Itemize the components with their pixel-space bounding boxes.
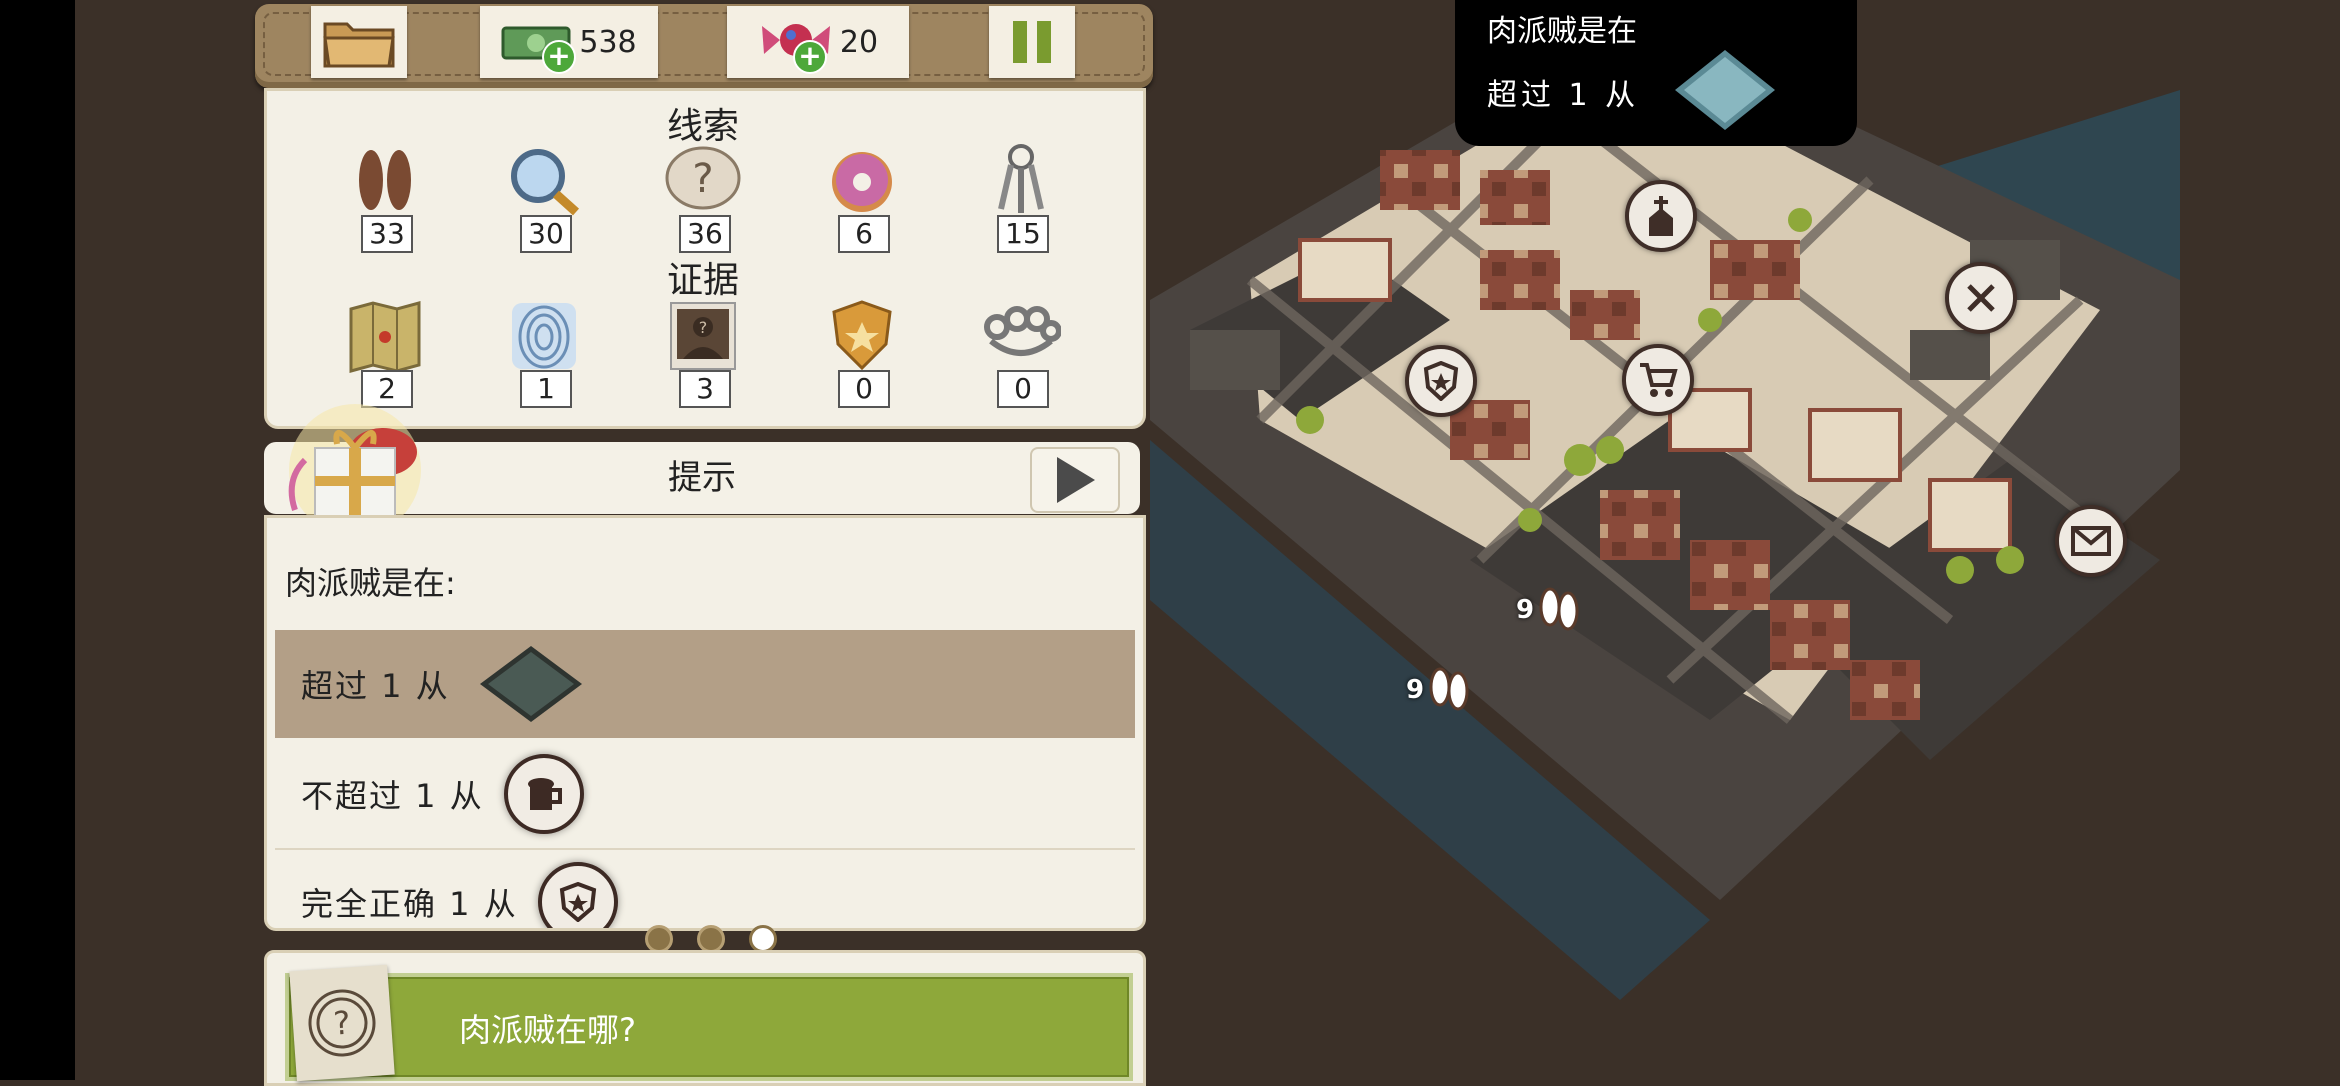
police-badge-icon <box>559 882 596 922</box>
tooltip-line2: 超过 1 从 <box>1487 78 1640 113</box>
screen-edge <box>0 0 75 1080</box>
clue-count: 36 <box>679 215 731 253</box>
pause-button[interactable] <box>989 6 1075 78</box>
svg-text:?: ? <box>699 318 708 337</box>
footprints-icon <box>1429 667 1469 711</box>
question-circle-icon: ? <box>308 989 376 1057</box>
magnifier-icon <box>511 149 580 216</box>
question-banner[interactable]: 肉派贼在哪? <box>285 973 1133 1081</box>
evidence-count: 0 <box>838 370 890 408</box>
question-bubble-icon: ? <box>665 146 741 210</box>
tooltip-line1: 肉派贼是在 <box>1487 14 1637 49</box>
donut-icon <box>832 152 892 212</box>
police-badge-icon <box>832 300 892 371</box>
footprint-marker[interactable]: 9 <box>1395 655 1485 725</box>
city-map[interactable] <box>1150 0 2180 1080</box>
fork-knife-icon[interactable] <box>1945 262 2017 334</box>
clue-count: 33 <box>361 215 413 253</box>
evidence-count: 0 <box>997 370 1049 408</box>
page-dot[interactable] <box>697 925 725 953</box>
clue-question[interactable]: ? 36 <box>648 143 758 253</box>
mystery-photo-icon: ? <box>670 302 736 370</box>
hint-subject: 肉派贼是在: <box>285 564 456 602</box>
money-count: 538 <box>579 24 637 60</box>
question-text: 肉派贼在哪? <box>459 1011 636 1049</box>
brass-knuckles-icon <box>984 306 1061 356</box>
mail-icon[interactable] <box>2055 505 2127 577</box>
hint-page-indicator <box>645 925 777 953</box>
evidence-fingerprint[interactable]: 1 <box>489 298 599 408</box>
add-candy-button[interactable]: + <box>793 40 827 74</box>
top-bar: + 538 + 20 <box>255 4 1153 88</box>
evidence-police-badge[interactable]: 0 <box>807 298 917 408</box>
hint-sheet: 肉派贼是在: 超过 1 从 不超过 1 从 完全正确 1 从 <box>264 515 1146 931</box>
keys-icon <box>998 144 1044 213</box>
case-panel: + 538 + 20 线索 证据 33 30 ? 36 6 15 2 1 ? 3… <box>255 0 1153 1086</box>
folder-icon <box>323 22 395 68</box>
police-badge-icon[interactable] <box>1405 345 1477 417</box>
hint-row-text: 完全正确 1 从 <box>301 885 518 923</box>
next-hint-button[interactable] <box>1030 447 1120 513</box>
hint-row[interactable]: 完全正确 1 从 <box>275 848 1135 928</box>
money-counter[interactable]: + 538 <box>480 6 658 78</box>
church-icon[interactable] <box>1625 180 1697 252</box>
play-arrow-icon <box>1057 457 1095 503</box>
evidence-title: 证据 <box>666 260 739 301</box>
add-money-button[interactable]: + <box>542 40 576 74</box>
page-dot-active[interactable] <box>749 925 777 953</box>
clue-count: 6 <box>838 215 890 253</box>
hint-row-text: 超过 1 从 <box>301 667 450 705</box>
hint-row-selected[interactable]: 超过 1 从 <box>275 630 1135 738</box>
footprints-icon <box>359 150 411 210</box>
clue-magnifier[interactable]: 30 <box>489 143 599 253</box>
beer-mug-icon <box>527 778 562 810</box>
footprints-icon <box>1539 587 1579 631</box>
question-sheet: 肉派贼在哪? ? <box>264 950 1146 1086</box>
evidence-count: 1 <box>520 370 572 408</box>
hint-row-text: 不超过 1 从 <box>301 777 484 815</box>
clue-footprints[interactable]: 33 <box>330 143 440 253</box>
hint-row[interactable]: 不超过 1 从 <box>275 740 1135 848</box>
evidence-count: 3 <box>679 370 731 408</box>
candy-count: 20 <box>839 24 879 60</box>
clues-title: 线索 <box>666 106 739 147</box>
clue-donut[interactable]: 6 <box>807 143 917 253</box>
footprint-marker[interactable]: 9 <box>1505 575 1595 645</box>
case-folder-button[interactable] <box>311 6 407 78</box>
clue-keys[interactable]: 15 <box>966 143 1076 253</box>
page-dot[interactable] <box>645 925 673 953</box>
evidence-brass-knuckles[interactable]: 0 <box>966 298 1076 408</box>
inventory-sheet: 线索 证据 33 30 ? 36 6 15 2 1 ? 3 0 0 <box>264 88 1146 429</box>
pause-icon <box>1013 21 1051 63</box>
svg-text:?: ? <box>332 1003 352 1042</box>
clue-count: 30 <box>520 215 572 253</box>
shopping-cart-icon[interactable] <box>1622 344 1694 416</box>
tile-icon <box>1675 50 1775 130</box>
tile-icon <box>479 646 582 722</box>
fingerprint-icon <box>512 303 576 369</box>
evidence-mystery-photo[interactable]: ? 3 <box>648 298 758 408</box>
hint-tooltip: 肉派贼是在 超过 1 从 <box>1455 0 1857 146</box>
svg-text:?: ? <box>692 156 713 202</box>
map-icon <box>349 301 421 373</box>
candy-counter[interactable]: + 20 <box>727 6 909 78</box>
clue-count: 15 <box>997 215 1049 253</box>
question-tag: ? <box>289 964 395 1082</box>
